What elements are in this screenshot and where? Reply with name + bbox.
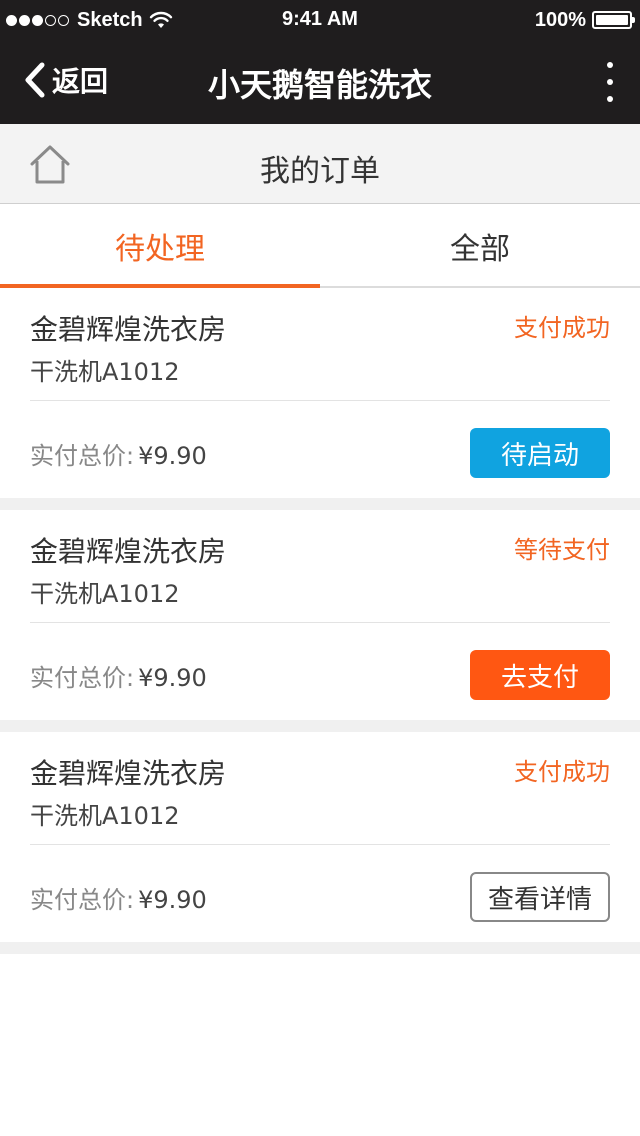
price-label: 实付总价: <box>30 664 135 692</box>
order-status: 支付成功 <box>514 314 610 342</box>
price-value: ¥9.90 <box>138 886 207 914</box>
order-status: 支付成功 <box>514 758 610 786</box>
store-name: 金碧辉煌洗衣房 <box>30 757 227 790</box>
divider <box>30 622 610 623</box>
order-card: 金碧辉煌洗衣房 等待支付 干洗机A1012 实付总价: ¥9.90 去支付 <box>0 510 640 720</box>
price-row: 实付总价: ¥9.90 <box>30 658 207 693</box>
divider <box>0 720 640 732</box>
order-card: 金碧辉煌洗衣房 支付成功 干洗机A1012 实付总价: ¥9.90 查看详情 <box>0 732 640 942</box>
order-tabs: 待处理 全部 <box>0 205 640 288</box>
order-status: 等待支付 <box>514 536 610 564</box>
price-label: 实付总价: <box>30 886 135 914</box>
price-row: 实付总价: ¥9.90 <box>30 436 207 471</box>
page-title: 我的订单 <box>260 154 380 189</box>
price-value: ¥9.90 <box>138 442 207 470</box>
start-button[interactable]: 待启动 <box>470 428 610 478</box>
view-details-button[interactable]: 查看详情 <box>470 872 610 922</box>
chevron-left-icon <box>24 60 52 100</box>
order-card: 金碧辉煌洗衣房 支付成功 干洗机A1012 实付总价: ¥9.90 待启动 <box>0 288 640 498</box>
sub-header: 我的订单 <box>0 124 640 204</box>
signal-strength-icon <box>6 14 71 26</box>
back-label: 返回 <box>52 65 109 98</box>
price-row: 实付总价: ¥9.90 <box>30 880 207 915</box>
carrier-signal: Sketch <box>6 8 173 32</box>
tab-pending[interactable]: 待处理 <box>0 205 320 288</box>
tab-all[interactable]: 全部 <box>320 205 640 286</box>
home-icon[interactable] <box>28 142 72 186</box>
store-name: 金碧辉煌洗衣房 <box>30 535 227 568</box>
more-menu-icon[interactable] <box>598 60 622 104</box>
price-label: 实付总价: <box>30 442 135 470</box>
wifi-icon <box>149 11 172 28</box>
machine-name: 干洗机A1012 <box>30 580 180 608</box>
battery-status: 100% <box>534 8 635 32</box>
price-value: ¥9.90 <box>138 664 207 692</box>
nav-bar: 返回 小天鹅智能洗衣 <box>0 40 640 124</box>
divider <box>30 844 610 845</box>
machine-name: 干洗机A1012 <box>30 802 180 830</box>
divider <box>0 498 640 510</box>
carrier-name: Sketch <box>77 8 143 31</box>
divider <box>30 400 610 401</box>
store-name: 金碧辉煌洗衣房 <box>30 313 227 346</box>
status-bar: Sketch 9:41 AM 100% <box>0 0 640 40</box>
order-list: 金碧辉煌洗衣房 支付成功 干洗机A1012 实付总价: ¥9.90 待启动 金碧… <box>0 288 640 954</box>
battery-icon <box>592 11 635 29</box>
back-button[interactable]: 返回 <box>24 58 108 102</box>
battery-percent: 100% <box>534 8 586 31</box>
pay-button[interactable]: 去支付 <box>470 650 610 700</box>
divider <box>0 942 640 954</box>
machine-name: 干洗机A1012 <box>30 358 180 386</box>
